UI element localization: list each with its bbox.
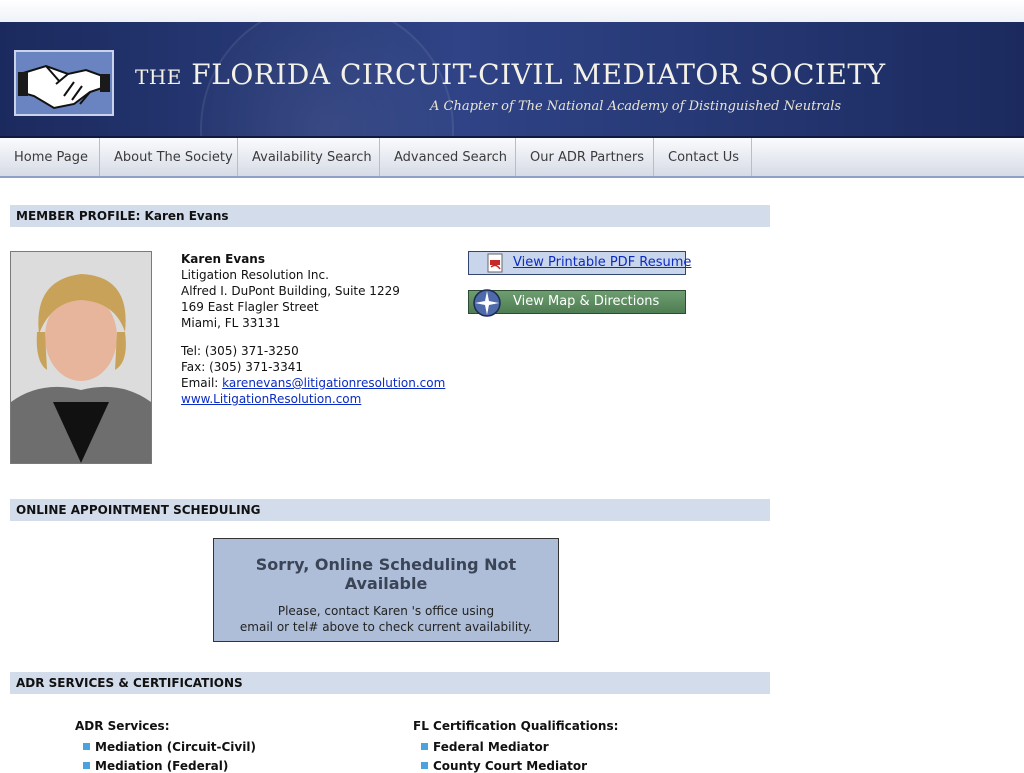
- compass-icon: [472, 288, 502, 326]
- nav-home[interactable]: Home Page: [0, 138, 100, 176]
- scheduling-notice: Sorry, Online Scheduling Not Available P…: [213, 538, 559, 642]
- adr-header: ADR SERVICES & CERTIFICATIONS: [10, 672, 770, 694]
- bullet-icon: [83, 743, 90, 750]
- email-line: Email: karenevans@litigationresolution.c…: [181, 375, 445, 391]
- scheduling-header: ONLINE APPOINTMENT SCHEDULING: [10, 499, 770, 521]
- city-state-zip: Miami, FL 33131: [181, 316, 281, 330]
- member-photo: [10, 251, 152, 464]
- certifications-title: FL Certification Qualifications:: [413, 719, 619, 733]
- address-line-2: 169 East Flagler Street: [181, 300, 319, 314]
- email-link[interactable]: karenevans@litigationresolution.com: [222, 376, 445, 390]
- nav-advanced-search[interactable]: Advanced Search: [380, 138, 516, 176]
- fax: Fax: (305) 371-3341: [181, 360, 303, 374]
- top-strip: [0, 0, 1024, 22]
- handshake-logo-icon[interactable]: [14, 50, 114, 116]
- pdf-resume-link[interactable]: View Printable PDF Resume: [513, 252, 691, 274]
- scheduling-message-line-2: email or tel# above to check current ava…: [239, 620, 533, 634]
- scheduling-message: Please, contact Karen 's office using em…: [214, 603, 558, 635]
- list-item: Mediation (Circuit-Civil): [83, 740, 256, 754]
- telephone: Tel: (305) 371-3250: [181, 344, 299, 358]
- pdf-resume-button[interactable]: View Printable PDF Resume: [468, 251, 691, 275]
- nav-about[interactable]: About The Society: [100, 138, 238, 176]
- list-item: Federal Mediator: [421, 740, 549, 754]
- company-name: Litigation Resolution Inc.: [181, 268, 329, 282]
- nav-contact[interactable]: Contact Us: [654, 138, 752, 176]
- contact-block: Karen Evans Litigation Resolution Inc. A…: [181, 251, 445, 407]
- member-name: Karen Evans: [181, 252, 265, 266]
- service-label: Mediation (Federal): [95, 759, 229, 773]
- member-profile-header: MEMBER PROFILE: Karen Evans: [10, 205, 770, 227]
- site-title-main: FLORIDA CIRCUIT-CIVIL MEDIATOR SOCIETY: [191, 58, 886, 91]
- pdf-icon: [487, 253, 505, 281]
- scheduling-message-line-1: Please, contact Karen 's office using: [277, 604, 495, 618]
- adr-services-title: ADR Services:: [75, 719, 170, 733]
- service-label: Mediation (Circuit-Civil): [95, 740, 256, 754]
- site-title-the: THE: [135, 65, 182, 89]
- list-item: County Court Mediator: [421, 759, 587, 773]
- address-line-1: Alfred I. DuPont Building, Suite 1229: [181, 284, 400, 298]
- certification-label: County Court Mediator: [433, 759, 588, 773]
- website-link[interactable]: www.LitigationResolution.com: [181, 392, 361, 406]
- email-label: Email:: [181, 376, 219, 390]
- main-nav: Home Page About The Society Availability…: [0, 138, 1024, 178]
- list-item: Mediation (Federal): [83, 759, 228, 773]
- site-subtitle: A Chapter of The National Academy of Dis…: [430, 99, 842, 114]
- site-title: THE FLORIDA CIRCUIT-CIVIL MEDIATOR SOCIE…: [135, 58, 886, 91]
- site-banner: THE FLORIDA CIRCUIT-CIVIL MEDIATOR SOCIE…: [0, 22, 1024, 138]
- nav-adr-partners[interactable]: Our ADR Partners: [516, 138, 654, 176]
- map-directions-button[interactable]: View Map & Directions: [468, 289, 686, 317]
- certification-label: Federal Mediator: [433, 740, 549, 754]
- scheduling-title: Sorry, Online Scheduling Not Available: [255, 555, 517, 593]
- bullet-icon: [421, 743, 428, 750]
- map-directions-label: View Map & Directions: [513, 294, 660, 309]
- nav-availability-search[interactable]: Availability Search: [238, 138, 380, 176]
